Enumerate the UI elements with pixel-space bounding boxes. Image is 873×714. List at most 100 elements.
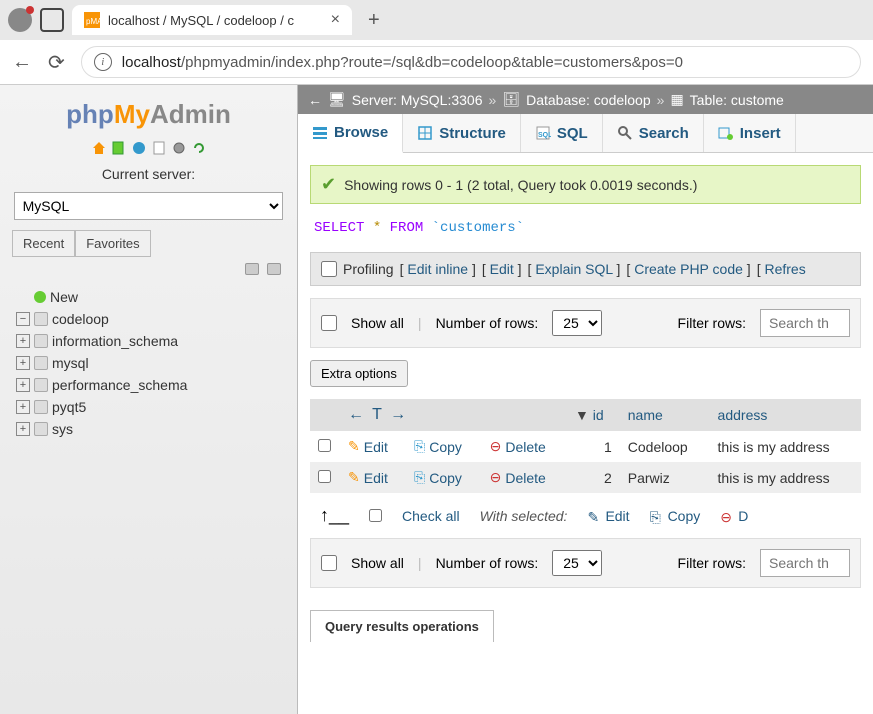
tab-bar: pMA localhost / MySQL / codeloop / c × + — [0, 0, 873, 40]
server-select[interactable]: MySQL — [14, 192, 284, 220]
minus-circle-icon: ⊖ — [490, 438, 502, 455]
tree-toggle-icon[interactable]: + — [16, 334, 30, 348]
structure-icon — [417, 125, 433, 141]
close-tab-icon[interactable]: × — [331, 11, 340, 29]
tree-new[interactable]: New — [16, 286, 281, 308]
collapse-all-icon[interactable] — [245, 263, 259, 275]
breadcrumb-table[interactable]: Table: custome — [690, 92, 784, 108]
pencil-icon: ✎ — [587, 509, 601, 523]
tree-db-pyqt5[interactable]: +pyqt5 — [16, 396, 281, 418]
docs-icon[interactable] — [131, 140, 147, 156]
reload-button[interactable]: ⟳ — [48, 50, 65, 75]
tree-toggle-icon[interactable]: − — [16, 312, 30, 326]
profile-avatar[interactable] — [8, 8, 32, 32]
tree-toggle-icon[interactable]: + — [16, 356, 30, 370]
edit-link[interactable]: Edit — [490, 261, 514, 277]
show-all-label: Show all — [351, 315, 404, 331]
profiling-checkbox[interactable] — [321, 261, 337, 277]
col-id[interactable]: ▼ id — [567, 399, 620, 431]
extra-options-button[interactable]: Extra options — [310, 360, 408, 387]
back-button[interactable]: ← — [12, 51, 32, 74]
filter-bar-bottom: Show all | Number of rows: 25 Filter row… — [310, 538, 861, 588]
show-all-checkbox-bottom[interactable] — [321, 555, 337, 571]
tree-db-sys[interactable]: +sys — [16, 418, 281, 440]
explain-sql-link[interactable]: Explain SQL — [535, 261, 612, 277]
tree-toggle-icon[interactable]: + — [16, 400, 30, 414]
create-php-link[interactable]: Create PHP code — [634, 261, 743, 277]
col-name[interactable]: name — [620, 399, 710, 431]
success-message: ✔ Showing rows 0 - 1 (2 total, Query too… — [310, 165, 861, 204]
edit-inline-link[interactable]: Edit inline — [407, 261, 468, 277]
breadcrumb-database[interactable]: Database: codeloop — [526, 92, 651, 108]
insert-icon — [718, 125, 734, 141]
row-checkbox[interactable] — [318, 470, 331, 483]
tab-search[interactable]: Search — [603, 114, 704, 152]
tree-toggle-icon[interactable]: + — [16, 378, 30, 392]
main-content: ← 🖥 Server: MySQL:3306 » 🗄 Database: cod… — [298, 85, 873, 714]
tree-toggle-icon[interactable]: + — [16, 422, 30, 436]
delete-icon: ⊖ — [720, 509, 734, 523]
filter-rows-input[interactable] — [760, 309, 850, 337]
tab-overview-icon[interactable] — [40, 8, 64, 32]
plus-icon — [34, 291, 46, 303]
bulk-copy[interactable]: ⎘Copy — [650, 508, 701, 524]
table-row: ✎ Edit⎘ Copy⊖ Delete1Codeloopthis is my … — [310, 431, 861, 462]
breadcrumb-server[interactable]: Server: MySQL:3306 — [352, 92, 483, 108]
bulk-edit[interactable]: ✎Edit — [587, 508, 629, 524]
sql-doc-icon[interactable] — [151, 140, 167, 156]
refresh-link[interactable]: Refres — [764, 261, 805, 277]
database-icon — [34, 422, 48, 436]
row-edit[interactable]: ✎ Edit — [348, 469, 388, 486]
row-copy[interactable]: ⎘ Copy — [414, 438, 462, 455]
check-icon: ✔ — [321, 174, 336, 195]
move-columns-icon[interactable]: ← T → — [348, 406, 408, 423]
database-icon — [34, 334, 48, 348]
cell-id: 2 — [567, 462, 620, 493]
exit-icon[interactable] — [111, 140, 127, 156]
row-edit[interactable]: ✎ Edit — [348, 438, 388, 455]
check-all-checkbox[interactable] — [369, 509, 382, 522]
collapse-nav-icon[interactable]: ← — [308, 92, 322, 108]
recent-tab[interactable]: Recent — [12, 230, 75, 257]
content-body: ✔ Showing rows 0 - 1 (2 total, Query too… — [298, 153, 873, 654]
cell-name: Parwiz — [620, 462, 710, 493]
tree-db-information_schema[interactable]: +information_schema — [16, 330, 281, 352]
row-delete[interactable]: ⊖ Delete — [490, 438, 546, 455]
database-icon — [34, 356, 48, 370]
col-address[interactable]: address — [710, 399, 861, 431]
site-info-icon[interactable]: i — [94, 53, 112, 71]
sql-query-box[interactable]: SELECT * FROM `customers` — [310, 214, 861, 242]
bulk-delete[interactable]: ⊖D — [720, 508, 748, 524]
logo[interactable]: phpMyAdmin — [8, 93, 289, 136]
bulk-action-bar: ↑__ Check all With selected: ✎Edit ⎘Copy… — [310, 493, 861, 538]
num-rows-select-bottom[interactable]: 25 — [552, 550, 602, 576]
pencil-icon: ✎ — [348, 469, 360, 486]
settings-icon[interactable] — [171, 140, 187, 156]
browser-chrome: pMA localhost / MySQL / codeloop / c × +… — [0, 0, 873, 85]
browser-tab[interactable]: pMA localhost / MySQL / codeloop / c × — [72, 5, 352, 35]
tab-structure[interactable]: Structure — [403, 114, 521, 152]
breadcrumb: ← 🖥 Server: MySQL:3306 » 🗄 Database: cod… — [298, 85, 873, 114]
show-all-checkbox[interactable] — [321, 315, 337, 331]
filter-rows-input-bottom[interactable] — [760, 549, 850, 577]
row-checkbox[interactable] — [318, 439, 331, 452]
tree-db-codeloop[interactable]: −codeloop — [16, 308, 281, 330]
tree-db-mysql[interactable]: +mysql — [16, 352, 281, 374]
browse-icon — [312, 125, 328, 141]
reload-icon[interactable] — [191, 140, 207, 156]
row-copy[interactable]: ⎘ Copy — [414, 469, 462, 486]
num-rows-select[interactable]: 25 — [552, 310, 602, 336]
link-icon[interactable] — [267, 263, 281, 275]
home-icon[interactable] — [91, 140, 107, 156]
tab-insert[interactable]: Insert — [704, 114, 796, 152]
favorites-tab[interactable]: Favorites — [75, 230, 150, 257]
new-tab-button[interactable]: + — [360, 9, 388, 32]
pencil-icon: ✎ — [348, 438, 360, 455]
url-box[interactable]: i localhost/phpmyadmin/index.php?route=/… — [81, 46, 861, 78]
query-results-operations[interactable]: Query results operations — [310, 610, 494, 642]
check-all-link[interactable]: Check all — [402, 508, 460, 524]
row-delete[interactable]: ⊖ Delete — [490, 469, 546, 486]
tab-browse[interactable]: Browse — [298, 114, 403, 153]
tab-sql[interactable]: SQL SQL — [521, 114, 603, 152]
tree-db-performance_schema[interactable]: +performance_schema — [16, 374, 281, 396]
